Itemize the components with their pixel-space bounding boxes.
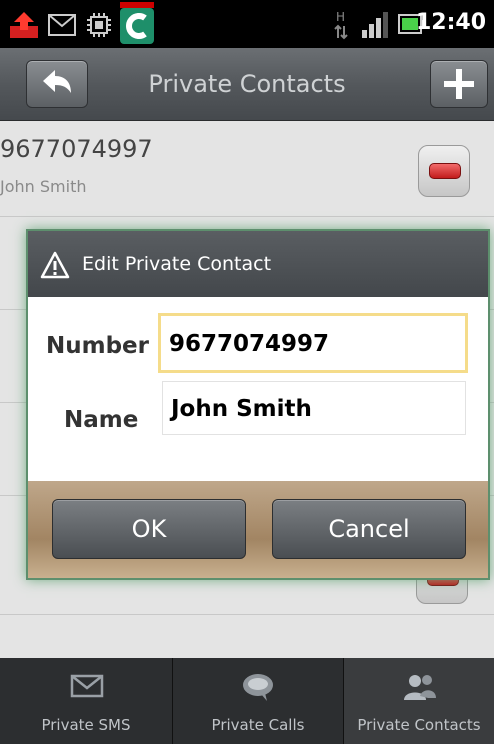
speech-bubble-icon: [241, 672, 275, 706]
remove-contact-button[interactable]: [418, 145, 470, 197]
bottom-tab-bar: Private SMS Private Calls Private Contac…: [0, 658, 494, 744]
name-input[interactable]: John Smith: [162, 381, 466, 435]
signal-strength-icon: [362, 10, 390, 42]
upload-notification-icon: [10, 12, 40, 42]
status-clock: 12:40: [415, 10, 486, 35]
ok-button[interactable]: OK: [52, 499, 246, 559]
add-contact-button[interactable]: [430, 60, 488, 108]
number-input[interactable]: 9677074997: [158, 313, 468, 373]
tab-label: Private SMS: [41, 716, 131, 734]
warning-icon: [40, 251, 70, 283]
name-label: Name: [64, 407, 139, 433]
status-bar: H 12:40: [0, 0, 494, 48]
svg-text:H: H: [336, 10, 345, 24]
contact-number: 9677074997: [0, 135, 153, 163]
contact-name: John Smith: [0, 177, 87, 196]
comodo-app-icon: [118, 2, 156, 50]
dialog-title: Edit Private Contact: [82, 253, 272, 275]
cancel-button[interactable]: Cancel: [272, 499, 466, 559]
list-item[interactable]: 9677074997 John Smith: [0, 121, 494, 217]
chip-notification-icon: [86, 12, 112, 42]
tab-private-sms[interactable]: Private SMS: [0, 658, 173, 744]
page-title: Private Contacts: [148, 70, 346, 98]
number-label: Number: [46, 333, 149, 359]
dialog-button-bar: OK Cancel: [28, 481, 488, 578]
data-transfer-icon: H: [334, 8, 348, 44]
tab-private-contacts[interactable]: Private Contacts: [344, 658, 494, 744]
envelope-icon: [70, 672, 104, 704]
email-notification-icon: [48, 14, 76, 40]
dialog-header: Edit Private Contact: [28, 231, 488, 297]
tab-label: Private Contacts: [357, 716, 481, 734]
edit-contact-dialog: Edit Private Contact Number 9677074997 N…: [26, 229, 490, 580]
minus-icon: [429, 163, 461, 179]
tab-label: Private Calls: [211, 716, 305, 734]
plus-icon: [442, 67, 476, 105]
tab-private-calls[interactable]: Private Calls: [173, 658, 344, 744]
contacts-icon: [402, 672, 438, 706]
title-bar: Private Contacts: [0, 48, 494, 121]
